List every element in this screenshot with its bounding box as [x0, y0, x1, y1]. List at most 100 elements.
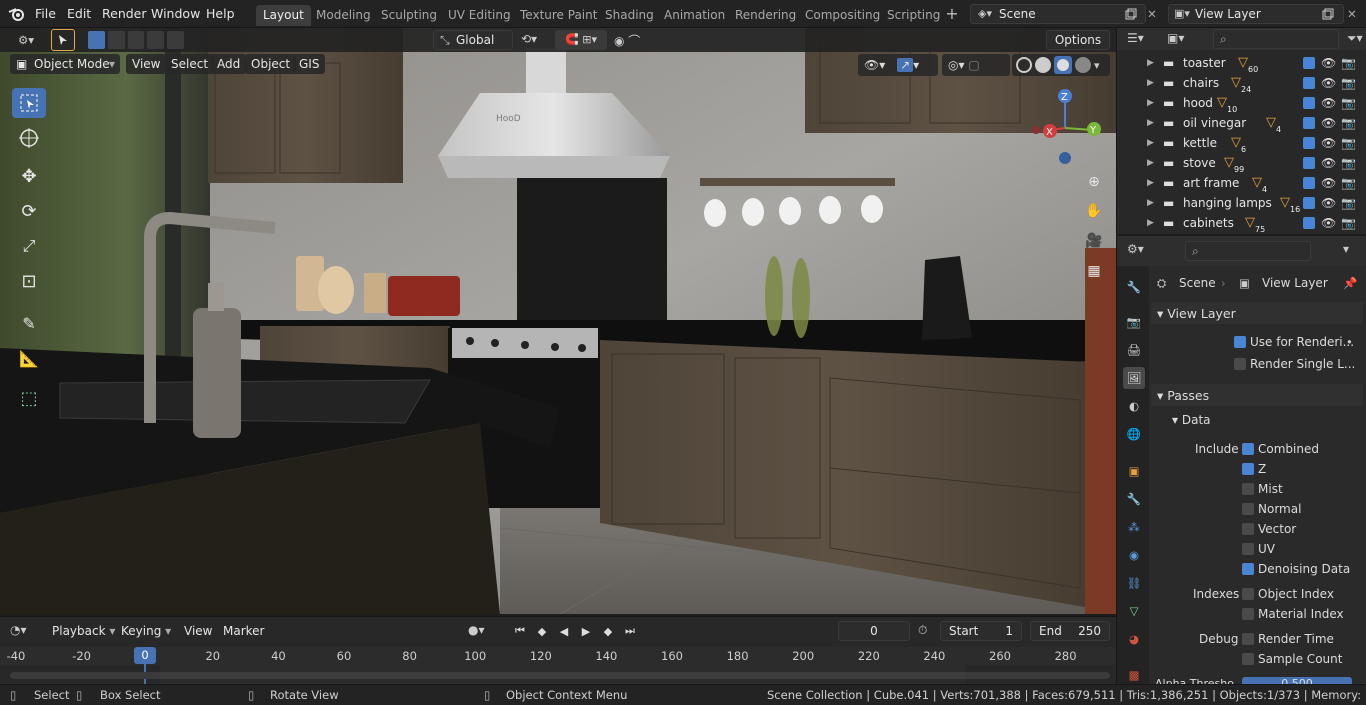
camera-icon[interactable]: 📷 — [1341, 113, 1356, 133]
data-subpanel-title[interactable]: ▾ Data — [1172, 413, 1211, 427]
outliner-row-name[interactable]: toaster — [1183, 53, 1226, 73]
tab-texture-paint[interactable]: Texture Paint — [513, 5, 604, 26]
eye-icon[interactable]: 👁 — [1321, 93, 1336, 113]
tab-modeling[interactable]: Modeling — [309, 5, 378, 26]
viewport-menu-object[interactable]: Object — [245, 54, 297, 74]
close-view-layer-icon[interactable]: ✕ — [1342, 4, 1362, 24]
solid-shading-icon[interactable] — [1035, 57, 1051, 73]
material-tab-icon[interactable]: ◕ — [1123, 628, 1145, 650]
move-tool-icon[interactable]: ✥ — [12, 161, 46, 191]
exclude-checkbox[interactable] — [1303, 57, 1315, 69]
new-view-layer-icon[interactable] — [1318, 4, 1338, 24]
expand-arrow-icon[interactable]: ▶ — [1147, 73, 1154, 93]
outliner-row-name[interactable]: chairs — [1183, 73, 1219, 93]
annotate-tool-icon[interactable]: ✎ — [12, 308, 46, 338]
menu-file[interactable]: File — [30, 5, 61, 23]
record-keyframes-icon[interactable]: ●▾ — [468, 623, 485, 637]
expand-arrow-icon[interactable]: ▶ — [1147, 53, 1154, 73]
camera-icon[interactable]: 📷 — [1341, 173, 1356, 193]
tab-sculpting[interactable]: Sculpting — [374, 5, 444, 26]
exclude-checkbox[interactable] — [1303, 177, 1315, 189]
outliner-row-name[interactable]: hood — [1183, 93, 1213, 113]
outliner-row[interactable]: ▶ ▬ hanging lamps ▽ 16 👁 📷 — [1117, 193, 1366, 214]
output-tab-icon[interactable]: 🖨 — [1123, 339, 1145, 361]
constraints-tab-icon[interactable]: ⛓ — [1123, 572, 1145, 594]
exclude-checkbox[interactable] — [1303, 97, 1315, 109]
cursor-tool-icon[interactable] — [12, 123, 46, 153]
camera-icon[interactable]: 📷 — [1341, 53, 1356, 73]
exclude-checkbox[interactable] — [1303, 77, 1315, 89]
expand-arrow-icon[interactable]: ▶ — [1147, 193, 1154, 213]
pass-checkbox[interactable] — [1242, 653, 1254, 665]
properties-options-icon[interactable]: ▾ — [1343, 242, 1349, 256]
pan-hand-icon[interactable]: ✋ — [1083, 203, 1105, 225]
proportional-edit-icon[interactable]: ◉ ⌒ — [614, 32, 640, 49]
material-preview-icon[interactable] — [1054, 56, 1072, 74]
particles-tab-icon[interactable]: ⁂ — [1123, 516, 1145, 538]
pivot-point-icon[interactable]: ⟲▾ — [521, 32, 537, 46]
start-frame-field[interactable]: Start 1 — [940, 621, 1022, 641]
eye-icon[interactable]: 👁 — [1321, 213, 1336, 233]
gizmo-icon[interactable]: ↗ — [897, 58, 914, 72]
exclude-checkbox[interactable] — [1303, 137, 1315, 149]
pass-checkbox[interactable] — [1242, 543, 1254, 555]
eye-icon[interactable]: 👁 — [1321, 193, 1336, 213]
shading-mode-group[interactable]: ▾ — [1012, 54, 1110, 76]
end-frame-field[interactable]: End 250 — [1030, 621, 1110, 641]
measure-tool-icon[interactable]: 📐 — [12, 343, 46, 373]
selection-extend-icon[interactable] — [107, 31, 125, 49]
pass-checkbox[interactable] — [1242, 443, 1254, 455]
view-layer-tab-icon[interactable]: 🖼 — [1123, 367, 1145, 389]
camera-icon[interactable]: 📷 — [1341, 153, 1356, 173]
outliner-row-name[interactable]: art frame — [1183, 173, 1239, 193]
timeline-menu-keying[interactable]: Keying ▾ — [115, 621, 177, 641]
outliner-row-name[interactable]: kettle — [1183, 133, 1217, 153]
outliner-row[interactable]: ▶ ▬ toaster ▽ 60 👁 📷 — [1117, 53, 1366, 74]
pass-checkbox[interactable] — [1242, 633, 1254, 645]
blender-logo-icon[interactable] — [8, 6, 26, 22]
properties-editor-type-icon[interactable]: ⚙▾ — [1127, 242, 1144, 256]
data-tab-icon[interactable]: ▽ — [1123, 600, 1145, 622]
selection-subtract-icon[interactable] — [127, 31, 145, 49]
scale-tool-icon[interactable]: ⤢ — [12, 231, 46, 261]
editor-type-icon[interactable]: ⚙▾ — [10, 30, 42, 50]
viewport-menu-select[interactable]: Select — [165, 54, 215, 74]
outliner-row-name[interactable]: stove — [1183, 153, 1216, 173]
frame-ruler[interactable] — [0, 647, 1116, 665]
render-tab-icon[interactable]: 📷 — [1123, 311, 1145, 333]
object-mode-dropdown[interactable]: ▣ Object Mode ▾ — [10, 54, 120, 74]
camera-icon[interactable]: 📷 — [1341, 73, 1356, 93]
filter-icon[interactable]: ⏷▾ — [1347, 31, 1363, 46]
transform-orientation-dropdown[interactable]: ⤡ Global — [433, 30, 513, 50]
pass-checkbox[interactable] — [1242, 503, 1254, 515]
current-frame-field[interactable]: 0 — [838, 621, 910, 641]
menu-window[interactable]: Window — [146, 5, 205, 23]
outliner-search-input[interactable]: ⌕ — [1213, 29, 1339, 49]
playhead[interactable]: 0 — [134, 647, 156, 664]
tab-layout[interactable]: Layout — [256, 5, 311, 26]
navigation-gizmo[interactable]: Z Y X — [1020, 83, 1116, 173]
rotate-tool-icon[interactable]: ⟳ — [12, 196, 46, 226]
timeline-menu-view[interactable]: View — [178, 621, 218, 641]
next-keyframe-icon[interactable]: ◆ — [598, 621, 618, 641]
pass-checkbox[interactable] — [1242, 483, 1254, 495]
texture-tab-icon[interactable]: ▩ — [1123, 664, 1145, 686]
viewport-menu-gis[interactable]: GIS — [293, 54, 326, 74]
passes-panel-title[interactable]: ▾ Passes — [1157, 388, 1209, 403]
options-dropdown[interactable]: Options — [1046, 30, 1110, 50]
expand-arrow-icon[interactable]: ▶ — [1147, 173, 1154, 193]
world-tab-icon[interactable]: 🌐 — [1123, 423, 1145, 445]
pass-checkbox[interactable] — [1242, 588, 1254, 600]
add-cube-tool-icon[interactable]: ⬚ — [12, 383, 46, 413]
transform-tool-icon[interactable]: ⊡ — [12, 266, 46, 296]
outliner-row-name[interactable]: cabinets — [1183, 213, 1234, 233]
expand-arrow-icon[interactable]: ▶ — [1147, 113, 1154, 133]
modifier-tab-icon[interactable]: 🔧 — [1123, 488, 1145, 510]
visibility-gizmo-group[interactable]: 👁▾ ↗ ▾ — [858, 54, 938, 76]
outliner-editor-type-icon[interactable]: ☰▾ — [1127, 31, 1144, 45]
expand-arrow-icon[interactable]: ▶ — [1147, 93, 1154, 113]
prev-keyframe-icon[interactable]: ◆ — [532, 621, 552, 641]
tab-uv-editing[interactable]: UV Editing — [441, 5, 518, 26]
camera-icon[interactable]: 📷 — [1341, 93, 1356, 113]
eye-icon[interactable]: 👁 — [1321, 173, 1336, 193]
